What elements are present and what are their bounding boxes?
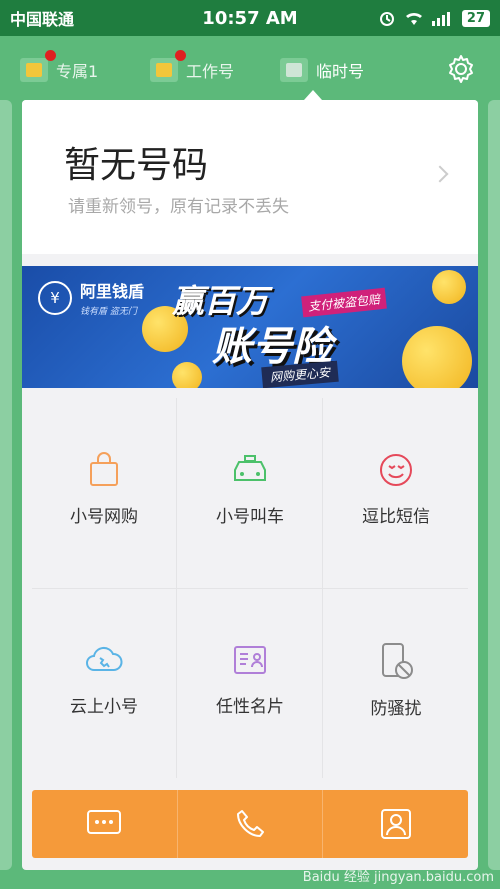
number-tabs: 专属1 工作号 临时号	[0, 36, 500, 100]
tab-temporary[interactable]: 临时号	[280, 56, 364, 84]
status-time: 10:57 AM	[202, 7, 298, 29]
sim-card-icon	[20, 50, 56, 82]
page-title: 暂无号码	[64, 145, 209, 186]
cloud-phone-icon	[86, 646, 123, 671]
status-bar: 中国联通 10:57 AM 27	[0, 0, 500, 36]
next-card-edge[interactable]	[488, 100, 500, 870]
feature-label: 小号网购	[70, 507, 138, 527]
contacts-button[interactable]	[323, 790, 468, 858]
watermark: Baidu 经验 jingyan.baidu.com	[302, 870, 494, 885]
contacts-icon	[380, 809, 411, 839]
message-button[interactable]	[32, 790, 178, 858]
tab-label: 专属1	[56, 62, 99, 81]
banner-logo: ¥ 阿里钱盾 钱有盾 盗无门	[38, 278, 144, 317]
gear-icon[interactable]	[446, 54, 476, 84]
business-card-icon	[234, 646, 266, 674]
banner-brand: 阿里钱盾	[80, 282, 145, 301]
banner-slogan: 钱有盾 盗无门	[80, 307, 137, 317]
page-subtitle: 请重新领号，原有记录不丢失	[68, 197, 289, 217]
feature-taxi[interactable]: 小号叫车	[178, 398, 322, 588]
tab-work[interactable]: 工作号	[150, 50, 235, 84]
tab-pointer	[304, 90, 322, 100]
feature-cloud-number[interactable]: 云上小号	[32, 588, 176, 778]
tab-label: 临时号	[316, 62, 365, 81]
feature-label: 逗比短信	[362, 507, 430, 527]
tab-exclusive[interactable]: 专属1	[20, 50, 99, 84]
feature-anti-harassment[interactable]: 防骚扰	[324, 588, 468, 778]
chevron-right-icon	[431, 165, 449, 183]
bottom-action-bar	[32, 790, 468, 858]
notification-dot	[45, 50, 56, 61]
taxi-icon	[234, 455, 266, 481]
smiley-icon	[380, 454, 412, 486]
number-card: 暂无号码 请重新领号，原有记录不丢失 ¥ 阿里钱盾 钱有盾 盗无门 赢百万 支付…	[22, 100, 478, 870]
phone-icon	[237, 810, 264, 837]
shopping-bag-icon	[90, 452, 118, 486]
number-header[interactable]: 暂无号码 请重新领号，原有记录不丢失	[22, 100, 478, 254]
prev-card-edge[interactable]	[0, 100, 12, 870]
block-phone-icon	[382, 643, 413, 679]
feature-funny-sms[interactable]: 逗比短信	[324, 398, 468, 588]
sim-card-icon	[150, 50, 186, 82]
shield-icon: ¥	[38, 280, 72, 315]
tab-label: 工作号	[186, 62, 235, 81]
notification-dot	[175, 50, 186, 61]
feature-label: 云上小号	[70, 697, 138, 717]
feature-business-card[interactable]: 任性名片	[178, 588, 322, 778]
promo-banner[interactable]: ¥ 阿里钱盾 钱有盾 盗无门 赢百万 支付被盗包赔 账号险 网购更心安	[22, 266, 478, 388]
feature-label: 防骚扰	[370, 699, 422, 719]
message-icon	[87, 810, 122, 834]
feature-label: 小号叫车	[216, 507, 284, 527]
sim-card-icon	[280, 58, 308, 82]
feature-grid: 小号网购 小号叫车 逗比短信 云上小号 任性名片 防骚扰	[22, 398, 478, 778]
feature-label: 任性名片	[216, 697, 284, 717]
banner-tag-top: 支付被盗包赔	[301, 287, 387, 318]
feature-shopping[interactable]: 小号网购	[32, 398, 176, 588]
call-button[interactable]	[178, 790, 324, 858]
